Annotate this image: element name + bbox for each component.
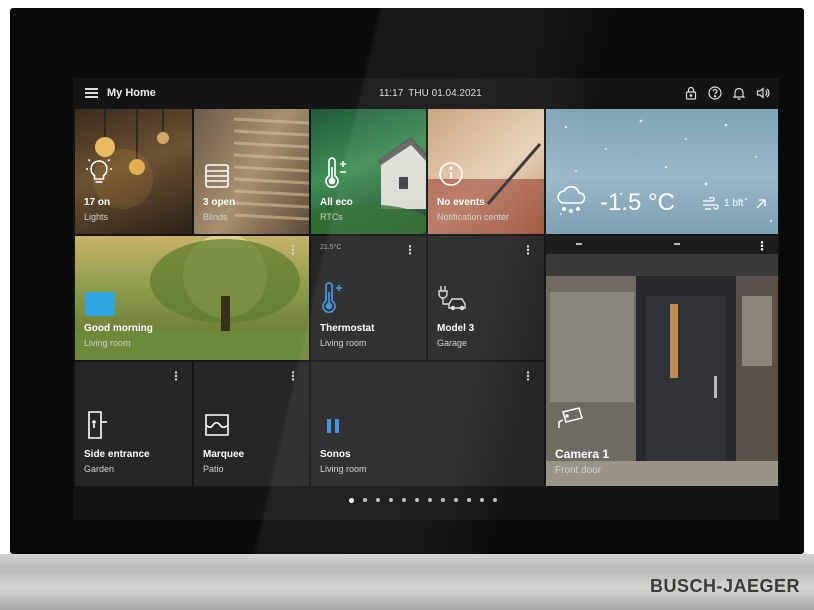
thermostat-reading: 21.5°C — [320, 244, 342, 251]
weather-tile[interactable]: -1.5 °C 1 bft — [546, 109, 778, 234]
thermostat-room: Living room — [320, 337, 367, 348]
lightbulb-icon — [86, 158, 112, 183]
blinds-tile[interactable]: 3 open Blinds — [194, 109, 309, 234]
page-dot-12[interactable] — [493, 498, 497, 502]
wind-icon — [703, 197, 719, 210]
page-dot-5[interactable] — [402, 498, 406, 502]
date: THU 01.04.2021 — [408, 88, 482, 99]
notification-label: Notification center — [437, 211, 510, 222]
sonos-tile[interactable]: ⋮ Sonos Living room — [311, 362, 544, 486]
rtcs-value: All eco — [320, 197, 353, 209]
page-title: My Home — [107, 87, 156, 99]
thermostat-title: Thermostat — [320, 323, 375, 335]
bell-icon[interactable] — [731, 85, 747, 101]
device-frame: My Home 11:17 THU 01.04.2021 17 on Light… — [10, 8, 804, 554]
marquee-tile[interactable]: ⋮ Marquee Patio — [194, 362, 309, 486]
page-dot-9[interactable] — [454, 498, 458, 502]
notification-tile[interactable]: No events Notification center — [428, 109, 544, 234]
lock-icon[interactable] — [683, 85, 699, 101]
camera-more-button[interactable]: ⋮ — [756, 240, 768, 252]
screen: My Home 11:17 THU 01.04.2021 17 on Light… — [73, 78, 779, 520]
camera-icon — [558, 407, 583, 428]
lights-value: 17 on — [84, 197, 111, 209]
marquee-more-button[interactable]: ⋮ — [287, 370, 299, 382]
lights-tile[interactable]: 17 on Lights — [75, 109, 192, 234]
side-entrance-room: Garden — [84, 463, 115, 474]
camera-tile[interactable]: ⋮ Camera 1 Front door — [546, 236, 778, 486]
ev-charger-icon — [438, 286, 466, 311]
help-icon[interactable] — [707, 85, 723, 101]
rtcs-label: RTCs — [320, 211, 343, 222]
clock: 11:17 THU 01.04.2021 — [379, 88, 487, 99]
device-bezel: BUSCH-JAEGER — [0, 554, 814, 610]
top-bar: My Home 11:17 THU 01.04.2021 — [73, 78, 779, 108]
page-dot-7[interactable] — [428, 498, 432, 502]
door-icon — [88, 411, 107, 439]
page-indicator[interactable] — [349, 497, 497, 503]
sonos-title: Sonos — [320, 449, 351, 461]
garage-title: Model 3 — [437, 323, 475, 335]
camera-title: Camera 1 — [555, 447, 610, 462]
page-dot-4[interactable] — [389, 498, 393, 502]
menu-icon[interactable] — [85, 88, 98, 98]
side-entrance-title: Side entrance — [84, 449, 150, 461]
garage-room: Garage — [437, 337, 468, 348]
info-icon — [439, 162, 463, 186]
page-dot-6[interactable] — [415, 498, 419, 502]
thermostat-icon — [322, 282, 342, 314]
marquee-room: Patio — [203, 463, 224, 474]
speaker-icon[interactable] — [755, 85, 771, 101]
wind-speed: 1 bft — [724, 198, 744, 209]
thermometer-icon — [325, 157, 346, 188]
garage-tile[interactable]: ⋮ Model 3 Garage — [428, 236, 544, 360]
thermostat-more-button[interactable]: ⋮ — [404, 244, 416, 256]
top-icons — [683, 85, 771, 101]
notification-value: No events — [437, 197, 485, 209]
scene-title: Good morning — [84, 323, 153, 335]
camera-minimize-right — [674, 243, 680, 245]
garage-more-button[interactable]: ⋮ — [522, 244, 534, 256]
awning-icon — [205, 414, 229, 436]
time: 11:17 — [379, 88, 404, 99]
lights-label: Lights — [84, 211, 109, 222]
blinds-value: 3 open — [203, 197, 236, 209]
pause-icon[interactable] — [325, 417, 341, 435]
rtcs-tile[interactable]: All eco RTCs — [311, 109, 426, 234]
snow-cloud-icon — [557, 185, 586, 213]
blinds-icon — [205, 164, 229, 188]
page-dot-1[interactable] — [349, 497, 354, 503]
page-dot-8[interactable] — [441, 498, 445, 502]
side-entrance-tile[interactable]: ⋮ Side entrance Garden — [75, 362, 192, 486]
camera-room: Front door — [555, 464, 602, 476]
page-dot-10[interactable] — [467, 498, 471, 502]
camera-minimize-left — [576, 243, 582, 245]
side-entrance-more-button[interactable]: ⋮ — [170, 370, 182, 382]
page-dot-2[interactable] — [363, 498, 367, 502]
thermostat-tile[interactable]: 21.5°C ⋮ Thermostat Living room — [311, 236, 426, 360]
brand-logo: BUSCH-JAEGER — [649, 576, 800, 596]
sonos-more-button[interactable]: ⋮ — [522, 370, 534, 382]
sonos-room: Living room — [320, 463, 367, 474]
scene-more-button[interactable]: ⋮ — [287, 244, 299, 256]
wind-direction-icon — [756, 199, 766, 209]
scene-room: Living room — [84, 337, 131, 348]
page-dot-11[interactable] — [480, 498, 484, 502]
page-dot-3[interactable] — [376, 498, 380, 502]
marquee-title: Marquee — [203, 449, 245, 461]
scene-tile[interactable]: ⋮ Good morning Living room — [75, 236, 309, 360]
blinds-label: Blinds — [203, 211, 228, 222]
weather-temperature: -1.5 °C — [600, 189, 675, 216]
